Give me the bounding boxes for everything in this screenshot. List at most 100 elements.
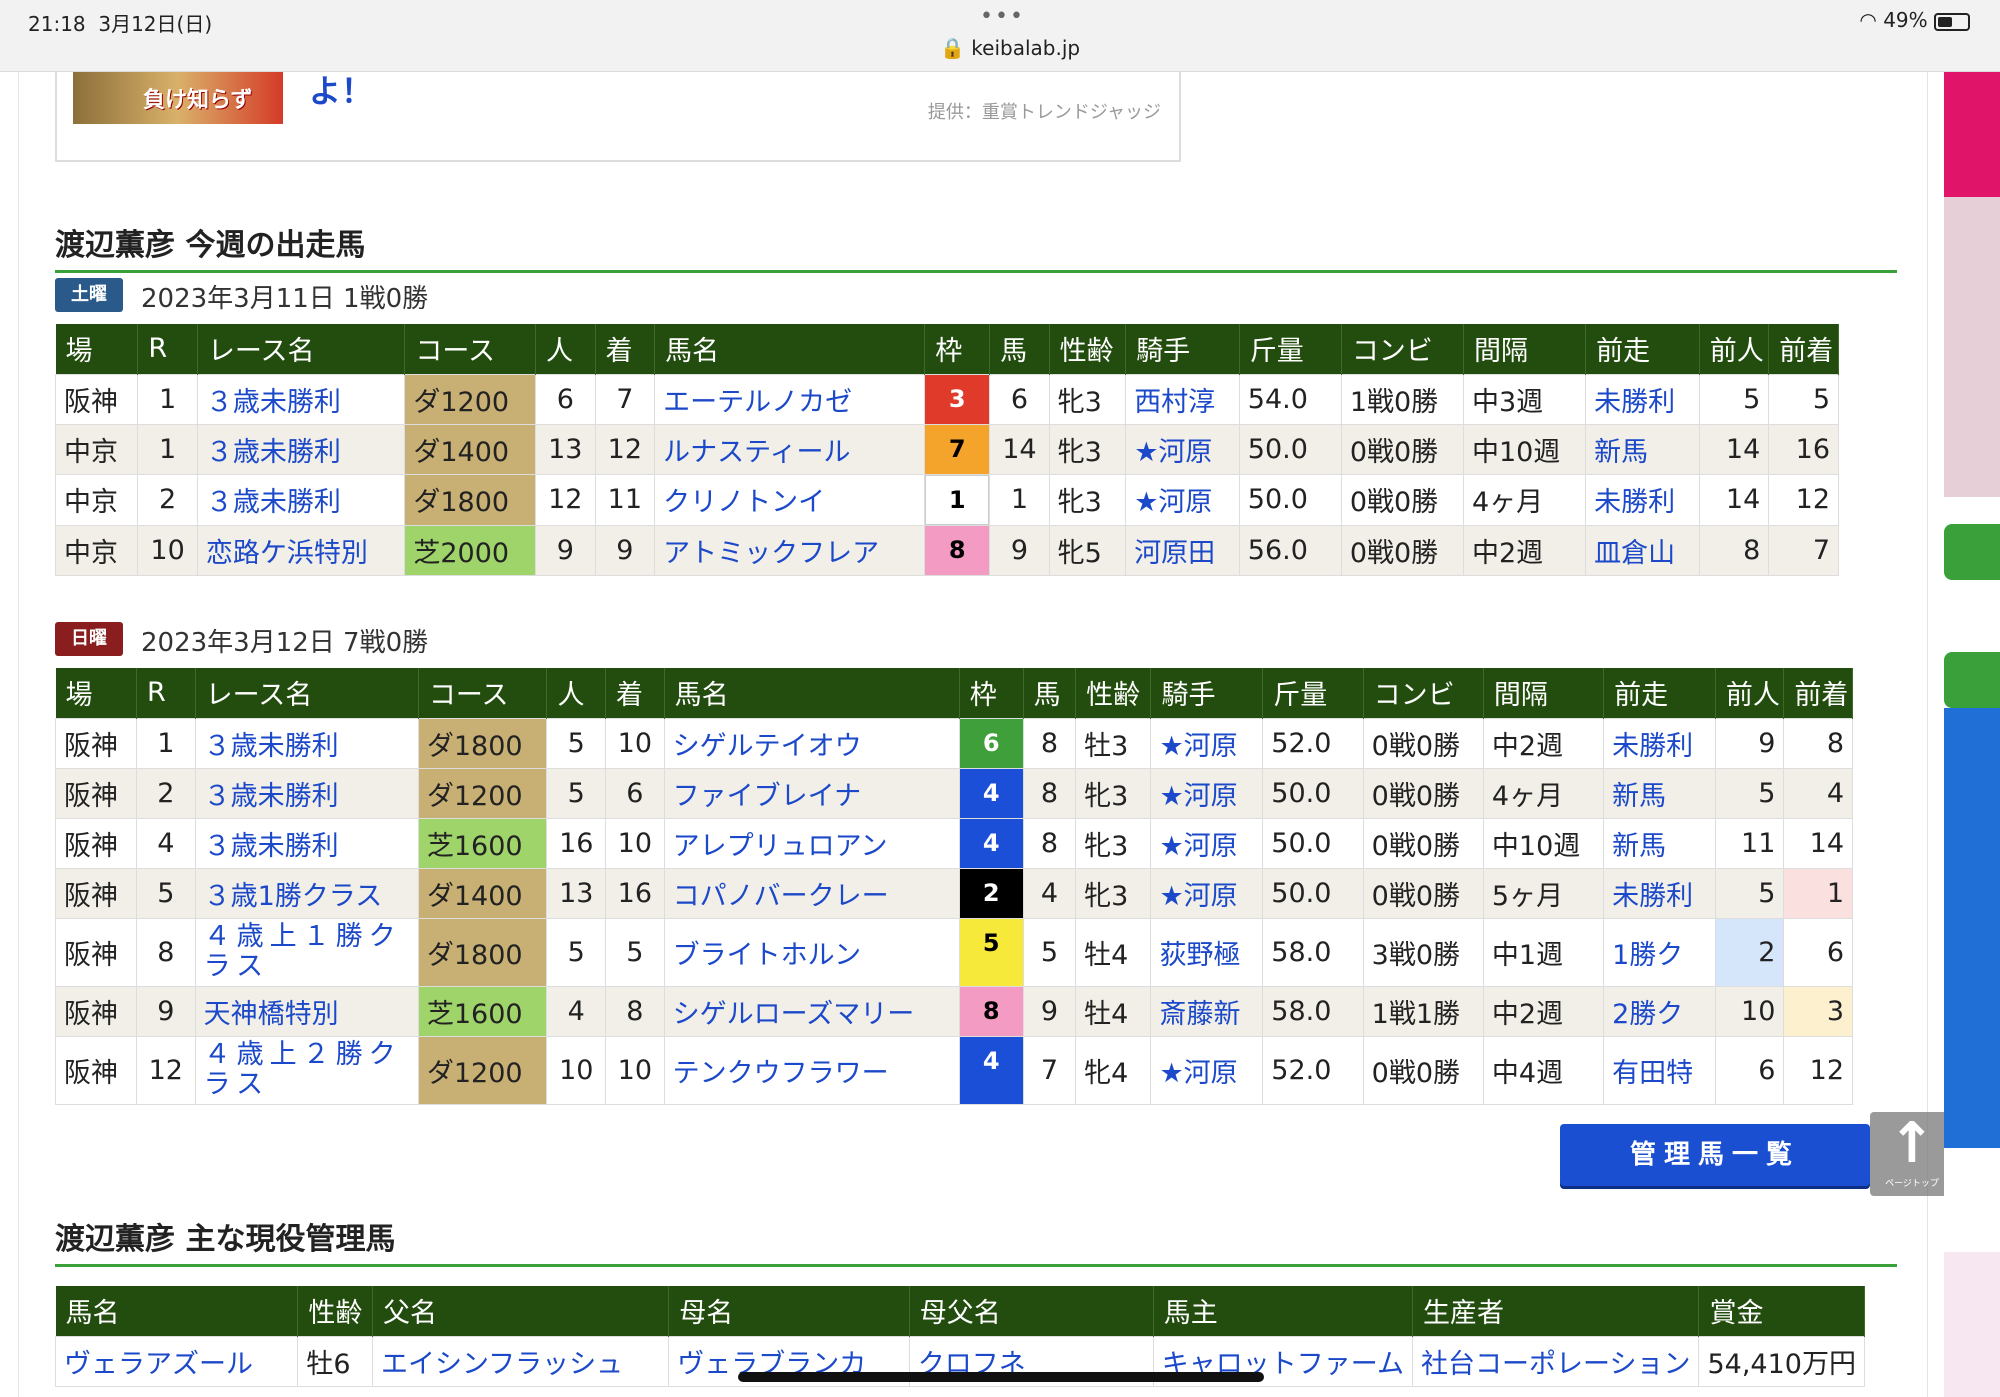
horse-cell[interactable]: シゲルテイオウ — [663, 717, 960, 769]
interval-cell: 5ヶ月 — [1482, 867, 1605, 919]
sunday-table: 場 R レース名 コース人着馬名枠馬性齢 騎手 斤量 コンビ 間隔 前走 前人 前着 阪神 1 ３歳未勝… — [54, 668, 1853, 1105]
horse-cell[interactable]: ルナスティール — [654, 423, 926, 475]
prev-cell[interactable]: 未勝利 — [1585, 473, 1700, 526]
breeder-cell[interactable]: 社台コーポレーション — [1411, 1335, 1700, 1387]
race-cell[interactable]: ３歳未勝利 — [194, 767, 419, 819]
side-ad-bottom[interactable] — [1944, 1252, 2000, 1397]
horse-cell[interactable]: コパノバークレー — [663, 867, 960, 919]
num-cell: 8 — [1022, 767, 1077, 819]
more-dots-icon[interactable]: ••• — [980, 4, 1025, 29]
jockey-cell[interactable]: ★河原 — [1150, 867, 1264, 919]
jockey-cell[interactable]: 河原田 — [1125, 524, 1240, 576]
side-ad-sns[interactable] — [1944, 524, 2000, 580]
horse-cell[interactable]: シゲルローズマリー — [663, 985, 960, 1037]
race-cell[interactable]: 天神橋特別 — [194, 985, 419, 1037]
course-cell: ダ1800 — [417, 917, 548, 987]
race-cell[interactable]: ３歳未勝利 — [196, 473, 406, 526]
side-ad-pr[interactable] — [1944, 652, 2000, 708]
horse-cell[interactable]: アトミックフレア — [654, 524, 926, 576]
jockey-cell[interactable]: ★河原 — [1150, 1035, 1264, 1105]
weight-cell: 50.0 — [1238, 423, 1342, 475]
sex-age-cell: 牡6 — [297, 1335, 373, 1387]
prev-cell[interactable]: 未勝利 — [1603, 717, 1716, 769]
prev-cell[interactable]: 未勝利 — [1603, 867, 1716, 919]
side-ad-photo[interactable] — [1944, 197, 2000, 497]
column-header: 性齢 — [1049, 324, 1127, 374]
prev-cell[interactable]: 有田特 — [1603, 1035, 1716, 1105]
horse-cell[interactable]: ファイブレイナ — [663, 767, 960, 819]
side-ad-banner[interactable] — [1944, 708, 2000, 1148]
race-cell[interactable]: ４歳上１勝クラス — [194, 917, 419, 987]
page-top-button[interactable]: ↑ ページトップ — [1870, 1112, 1954, 1196]
column-header: 人 — [546, 668, 607, 718]
waku-cell: 2 — [958, 867, 1024, 919]
weight-cell: 58.0 — [1262, 985, 1364, 1037]
jockey-cell[interactable]: 斎藤新 — [1150, 985, 1264, 1037]
prev-cell[interactable]: 新馬 — [1603, 767, 1716, 819]
jockey-cell[interactable]: ★河原 — [1150, 817, 1264, 869]
horse-cell[interactable]: クリノトンイ — [654, 473, 926, 526]
waku-badge: 1 — [925, 474, 990, 525]
pop-cell: 5 — [546, 717, 607, 769]
horse-cell[interactable]: アレプリュロアン — [663, 817, 960, 869]
horse-cell[interactable]: テンクウフラワー — [663, 1035, 960, 1105]
jockey-cell[interactable]: ★河原 — [1150, 767, 1264, 819]
column-header: 前着 — [1783, 668, 1853, 718]
managed-list-button[interactable]: 管理馬一覧 — [1560, 1124, 1870, 1186]
r-cell: 2 — [136, 767, 196, 819]
finish-cell: 10 — [605, 817, 665, 869]
this-week-title: 渡辺薫彦 今週の出走馬 — [55, 228, 366, 263]
prev-cell[interactable]: 未勝利 — [1585, 373, 1700, 425]
address-bar[interactable]: 🔒 keibalab.jp — [940, 36, 1080, 60]
horse-cell[interactable]: ブライトホルン — [663, 917, 960, 987]
race-cell[interactable]: ３歳未勝利 — [194, 717, 419, 769]
prev-finish-cell: 12 — [1768, 473, 1839, 526]
race-row: 阪神 12 ４歳上２勝クラス ダ1200 10 10 テンクウフラワー 4 7 牝4 ★河原 52.0… — [54, 1035, 1853, 1105]
horse-cell[interactable]: ヴェラアズール — [54, 1335, 299, 1387]
race-cell[interactable]: 恋路ケ浜特別 — [196, 524, 406, 576]
home-indicator — [738, 1372, 1264, 1382]
column-header: コンビ — [1341, 324, 1464, 374]
jockey-cell[interactable]: ★河原 — [1125, 473, 1240, 526]
sex-age-cell: 牡4 — [1075, 985, 1152, 1037]
jockey-cell[interactable]: 荻野極 — [1150, 917, 1264, 987]
horse-cell[interactable]: エーテルノカゼ — [654, 373, 926, 425]
prev-pop-cell: 14 — [1698, 473, 1770, 526]
combi-cell: 3戦0勝 — [1362, 917, 1484, 987]
race-cell[interactable]: ４歳上２勝クラス — [194, 1035, 419, 1105]
interval-cell: 中10週 — [1462, 423, 1587, 475]
column-header: 性齢 — [297, 1286, 373, 1336]
waku-badge: 5 — [959, 918, 1023, 986]
prev-cell[interactable]: 新馬 — [1585, 423, 1700, 475]
column-header: 前着 — [1768, 324, 1839, 374]
finish-cell: 9 — [594, 524, 656, 576]
race-cell[interactable]: ３歳未勝利 — [194, 817, 419, 869]
race-cell[interactable]: ３歳未勝利 — [196, 373, 406, 425]
promo-box[interactable]: 負け知らず よ！ 提供：重賞トレンドジャッジ — [55, 72, 1181, 162]
jockey-cell[interactable]: 西村淳 — [1125, 373, 1240, 425]
prev-cell[interactable]: 新馬 — [1603, 817, 1716, 869]
prev-cell[interactable]: 皿倉山 — [1585, 524, 1700, 576]
weight-cell: 58.0 — [1262, 917, 1364, 987]
jockey-cell[interactable]: ★河原 — [1150, 717, 1264, 769]
finish-cell: 12 — [594, 423, 656, 475]
side-ad-1[interactable] — [1944, 72, 2000, 197]
waku-cell: 3 — [924, 373, 991, 425]
jockey-cell[interactable]: ★河原 — [1125, 423, 1240, 475]
race-cell[interactable]: ３歳未勝利 — [196, 423, 406, 475]
wifi-icon: ◠ — [1859, 8, 1877, 32]
waku-cell: 4 — [958, 817, 1024, 869]
waku-badge: 3 — [925, 374, 990, 424]
race-cell[interactable]: ３歳1勝クラス — [194, 867, 419, 919]
prev-finish-cell: 3 — [1783, 985, 1853, 1037]
column-header: 馬名 — [55, 1286, 299, 1336]
interval-cell: 中4週 — [1482, 1035, 1605, 1105]
saturday-badge: 土曜 — [55, 278, 123, 312]
prev-cell[interactable]: 2勝ク — [1603, 985, 1716, 1037]
saturday-label: 2023年3月11日 1戦0勝 — [141, 284, 429, 314]
sex-age-cell: 牡3 — [1075, 717, 1152, 769]
prev-cell[interactable]: 1勝ク — [1603, 917, 1716, 987]
track-cell: 阪神 — [54, 817, 138, 869]
sire-cell[interactable]: エイシンフラッシュ — [371, 1335, 670, 1387]
combi-cell: 1戦0勝 — [1340, 373, 1464, 425]
